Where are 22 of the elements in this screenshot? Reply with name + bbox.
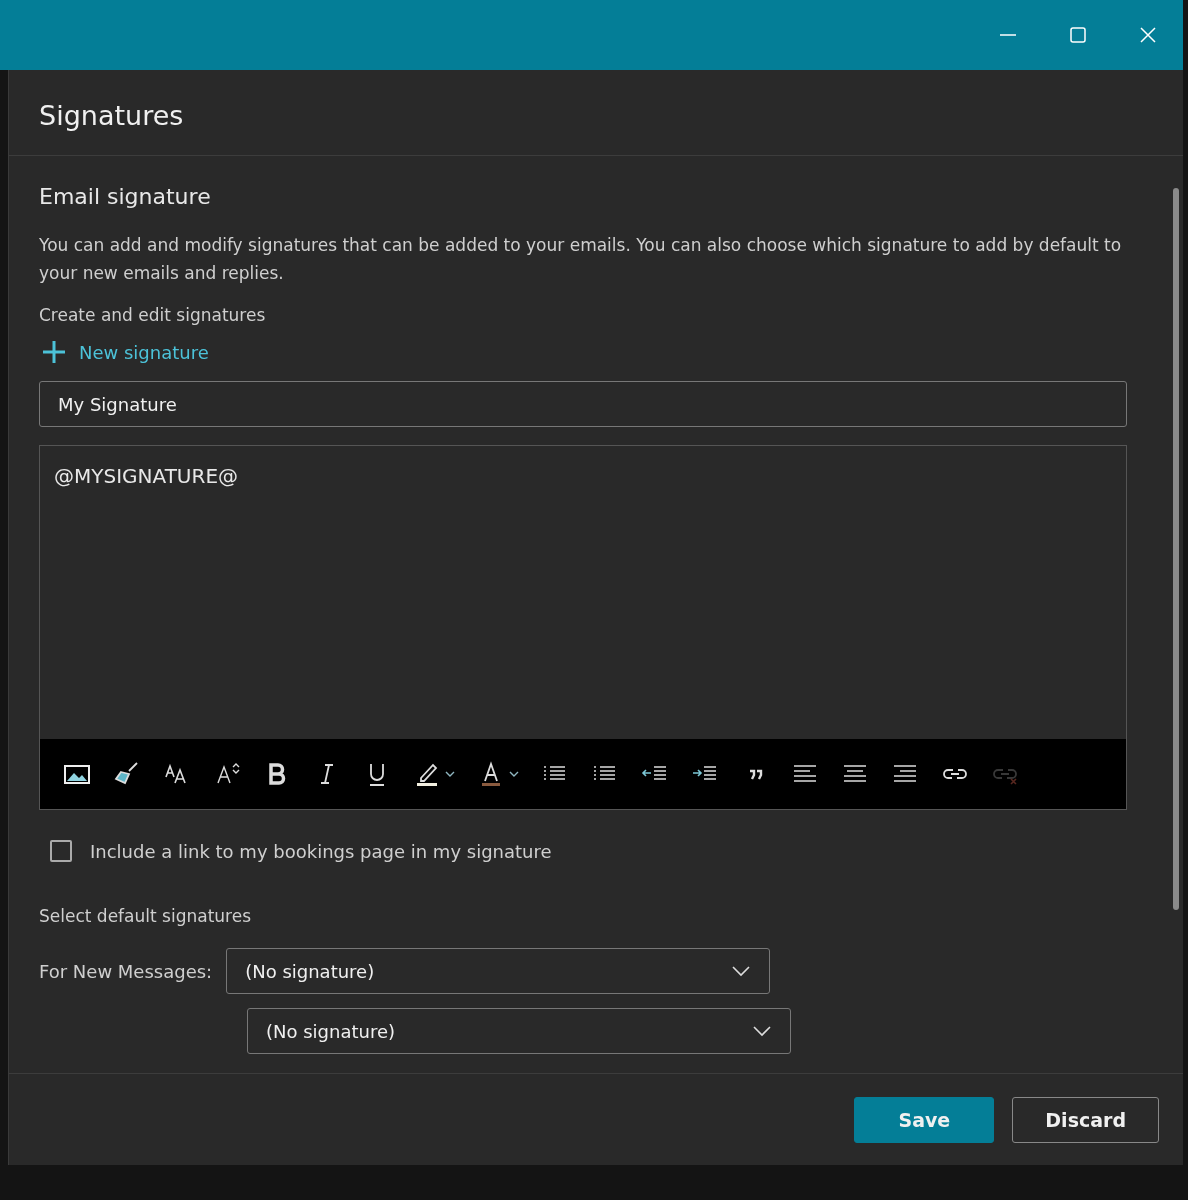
- replies-dropdown[interactable]: (No signature): [247, 1008, 791, 1054]
- discard-button[interactable]: Discard: [1012, 1096, 1159, 1143]
- create-label: Create and edit signatures: [39, 305, 267, 325]
- plus-icon: [41, 339, 67, 365]
- new-messages-label: For New Messages:: [39, 960, 213, 982]
- close-icon: [1139, 26, 1157, 44]
- bookings-checkbox[interactable]: [50, 840, 72, 862]
- minimize-icon: [999, 34, 1017, 36]
- dialog-title: Signatures: [9, 70, 1183, 156]
- chevron-down-icon: [731, 965, 752, 977]
- section-heading: Email signature: [39, 184, 212, 209]
- description-text: You can add and modify signatures that can be added to your emails. You can also choose which signature to add by default to your new emails and replies.: [39, 234, 1123, 285]
- save-button[interactable]: Save: [854, 1096, 995, 1143]
- maximize-icon: [1069, 26, 1087, 44]
- checkbox-label: Include a link to my bookings page in my signature: [90, 840, 552, 862]
- signature-name-field[interactable]: My Signature: [39, 381, 1127, 427]
- signature-editor[interactable]: @MYSIGNATURE@: [39, 445, 1127, 810]
- signature-text: @MYSIGNATURE@: [53, 463, 240, 490]
- default-signatures-heading: Select default signatures: [39, 906, 252, 926]
- new-messages-dropdown[interactable]: (No signature): [226, 948, 771, 994]
- new-signature-link[interactable]: New signature: [39, 339, 211, 365]
- chevron-down-icon: [752, 1025, 772, 1037]
